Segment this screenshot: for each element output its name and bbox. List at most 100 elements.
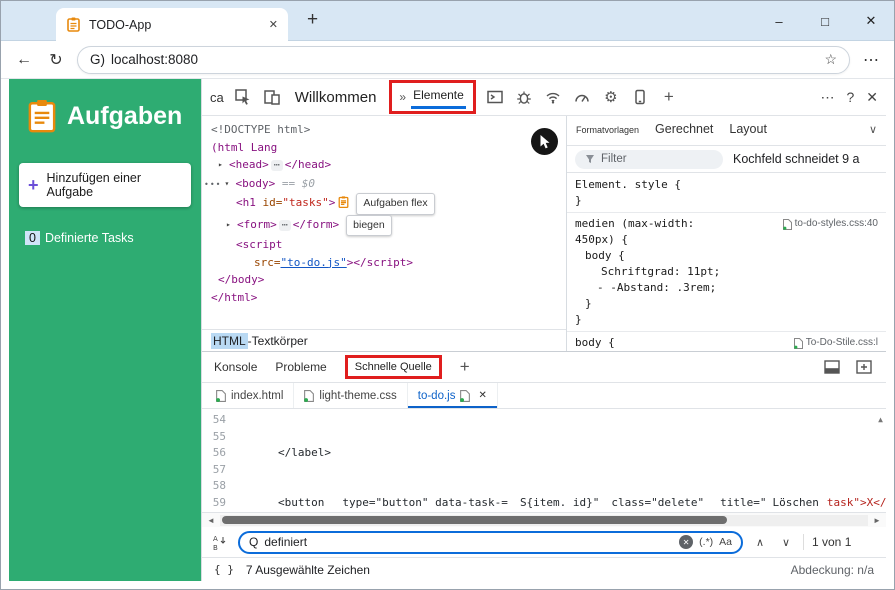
network-conditions-icon[interactable] (543, 87, 563, 107)
dom-node-html-close[interactable]: </html> (202, 289, 566, 307)
dom-node-script-open[interactable]: <script (202, 236, 566, 254)
add-panel-icon[interactable]: + (659, 87, 679, 107)
horizontal-scrollbar[interactable]: ◄ ► (202, 512, 886, 527)
browser-menu-icon[interactable]: ⋯ (860, 50, 882, 70)
breadcrumb-html[interactable]: HTML (211, 333, 248, 349)
tab-elements[interactable]: Elemente (411, 85, 466, 109)
styles-filter-input[interactable]: Filter (575, 150, 723, 169)
scrollbar-thumb[interactable] (222, 516, 727, 524)
window-minimize-button[interactable]: – (756, 1, 802, 41)
dom-node-script-src[interactable]: src="to-do.js"></script> (202, 254, 566, 272)
expand-arrow-icon[interactable]: ▸ (226, 216, 237, 234)
collapsed-content-icon[interactable]: ⋯ (271, 160, 283, 171)
device-emulation-icon[interactable] (630, 87, 650, 107)
dom-node-head[interactable]: ▸<head>⋯</head> (202, 156, 566, 175)
stylesheet-link[interactable]: to-do-styles.css:40 (783, 217, 878, 231)
css-property[interactable]: - -Abstand: .3rem; (567, 280, 886, 296)
new-tab-button[interactable]: + (307, 9, 318, 31)
more-options-icon[interactable]: ⋯ (820, 89, 834, 106)
settings-gear-icon[interactable]: ⚙ (601, 87, 621, 107)
tab-welcome[interactable]: Willkommen (291, 89, 381, 106)
breadcrumb-body[interactable]: -Textkörper (248, 334, 308, 348)
dom-node-form[interactable]: ▸<form>⋯</form>biegen (202, 215, 566, 237)
debugger-bug-icon[interactable] (514, 87, 534, 107)
help-icon[interactable]: ? (846, 89, 854, 105)
tab-styles[interactable]: Formatvorlagen (576, 125, 639, 135)
rule-media-query-2[interactable]: 450px) { (567, 232, 886, 248)
tab-computed[interactable]: Gerechnet (655, 122, 713, 136)
rule-media-close[interactable]: } (567, 312, 886, 328)
rule-element-style-close[interactable]: } (567, 193, 886, 209)
window-maximize-button[interactable]: □ (802, 1, 848, 41)
dom-breadcrumb[interactable]: HTML-Textkörper (202, 329, 566, 351)
code-line-54[interactable]: </label> (234, 445, 886, 462)
file-tab-light-theme-css[interactable]: light-theme.css (294, 383, 407, 408)
dom-node-body-close[interactable]: </body> (202, 271, 566, 289)
next-match-icon[interactable]: ∨ (777, 536, 795, 549)
inspect-element-icon[interactable] (233, 87, 253, 107)
code-lines[interactable]: </label> <buttontype="button" data-task-… (234, 409, 886, 512)
tab-layout[interactable]: Layout (729, 122, 767, 136)
flex-badge[interactable]: Aufgaben flex (356, 193, 434, 215)
hov-cls-label[interactable]: Kochfeld schneidet 9 a (733, 152, 859, 166)
dom-node-html-open[interactable]: (html Lang (202, 139, 566, 157)
collapse-arrow-icon[interactable]: ▾ (224, 175, 235, 193)
elements-pane: <!DOCTYPE html> (html Lang ▸<head>⋯</hea… (202, 116, 567, 351)
previous-match-icon[interactable]: ∧ (751, 536, 769, 549)
back-icon[interactable]: ← (13, 51, 35, 69)
script-src-link[interactable]: "to-do.js" (281, 256, 347, 269)
rule-body-close[interactable]: } (567, 296, 886, 312)
console-drawer-icon[interactable] (485, 87, 505, 107)
address-bar[interactable]: G) localhost:8080 ☆ (77, 46, 850, 74)
rule-divider (567, 212, 886, 213)
tab-console[interactable]: Konsole (214, 360, 257, 374)
regex-toggle[interactable]: (.*) (699, 536, 713, 548)
dom-node-h1[interactable]: <h1 id="tasks">Aufgaben flex (202, 193, 566, 215)
stylesheet-link[interactable]: To-Do-Stile.css:l (794, 336, 878, 350)
tab-issues[interactable]: Probleme (275, 360, 326, 374)
rule-body2-open[interactable]: body { To-Do-Stile.css:l (567, 335, 886, 351)
tab-overflow-chevron-icon[interactable]: » (399, 90, 406, 104)
scrollbar-track[interactable] (220, 515, 868, 526)
scroll-right-icon[interactable]: ► (870, 516, 884, 525)
tab-quick-source[interactable]: Schnelle Quelle (345, 355, 442, 379)
filter-icon (585, 154, 595, 164)
file-tab-to-do-js[interactable]: to-do.js✕ (408, 383, 498, 408)
browser-tab[interactable]: TODO-App ✕ (56, 8, 288, 41)
rule-body-open[interactable]: body { (567, 248, 886, 264)
code-line-55[interactable]: <buttontype="button" data-task-=S{item. … (234, 495, 886, 512)
tab-close-icon[interactable]: ✕ (269, 18, 278, 31)
code-editor[interactable]: 54 55 56 57 58 59 </label> <buttontype="… (202, 409, 886, 512)
device-toolbar-icon[interactable] (262, 87, 282, 107)
search-input[interactable]: Q definiert ✕ (.*) Aa (238, 531, 743, 554)
devtools-close-icon[interactable]: ✕ (866, 89, 878, 106)
dock-side-icon[interactable] (822, 357, 842, 377)
favorite-star-icon[interactable]: ☆ (824, 51, 837, 68)
expand-drawer-icon[interactable] (854, 357, 874, 377)
clear-search-icon[interactable]: ✕ (679, 535, 693, 549)
match-case-toggle[interactable]: Aa (719, 536, 732, 548)
flex-badge-translated[interactable]: biegen (346, 215, 392, 237)
refresh-icon[interactable]: ↻ (45, 50, 67, 70)
file-icon (304, 390, 314, 402)
css-property[interactable]: Schriftgrad: 11pt; (567, 264, 886, 280)
dom-node-doctype[interactable]: <!DOCTYPE html> (202, 121, 566, 139)
find-replace-toggle-icon[interactable]: AB (210, 532, 230, 552)
rule-element-style[interactable]: Element. style { (567, 177, 886, 193)
pretty-print-button[interactable]: { } (214, 563, 234, 576)
dom-node-body[interactable]: •••▾<body> == $0 (202, 175, 566, 194)
collapsed-content-icon[interactable]: ⋯ (279, 220, 291, 231)
scroll-up-icon[interactable]: ▲ (878, 412, 883, 429)
rule-media-query[interactable]: medien (max-width: to-do-styles.css:40 (567, 216, 886, 232)
performance-icon[interactable] (572, 87, 592, 107)
expand-arrow-icon[interactable]: ▸ (218, 156, 229, 174)
add-drawer-tab-icon[interactable]: + (460, 357, 470, 377)
chevron-down-icon[interactable]: ∨ (869, 123, 877, 136)
scroll-left-icon[interactable]: ◄ (204, 516, 218, 525)
node-options-icon[interactable]: ••• (204, 180, 221, 189)
add-task-button[interactable]: + Hinzufügen einer Aufgabe (19, 163, 191, 207)
file-tab-index-html[interactable]: index.html (206, 383, 294, 408)
window-close-button[interactable]: ✕ (848, 1, 894, 41)
close-file-icon[interactable]: ✕ (478, 390, 486, 401)
site-info-icon[interactable]: G) (90, 52, 105, 67)
